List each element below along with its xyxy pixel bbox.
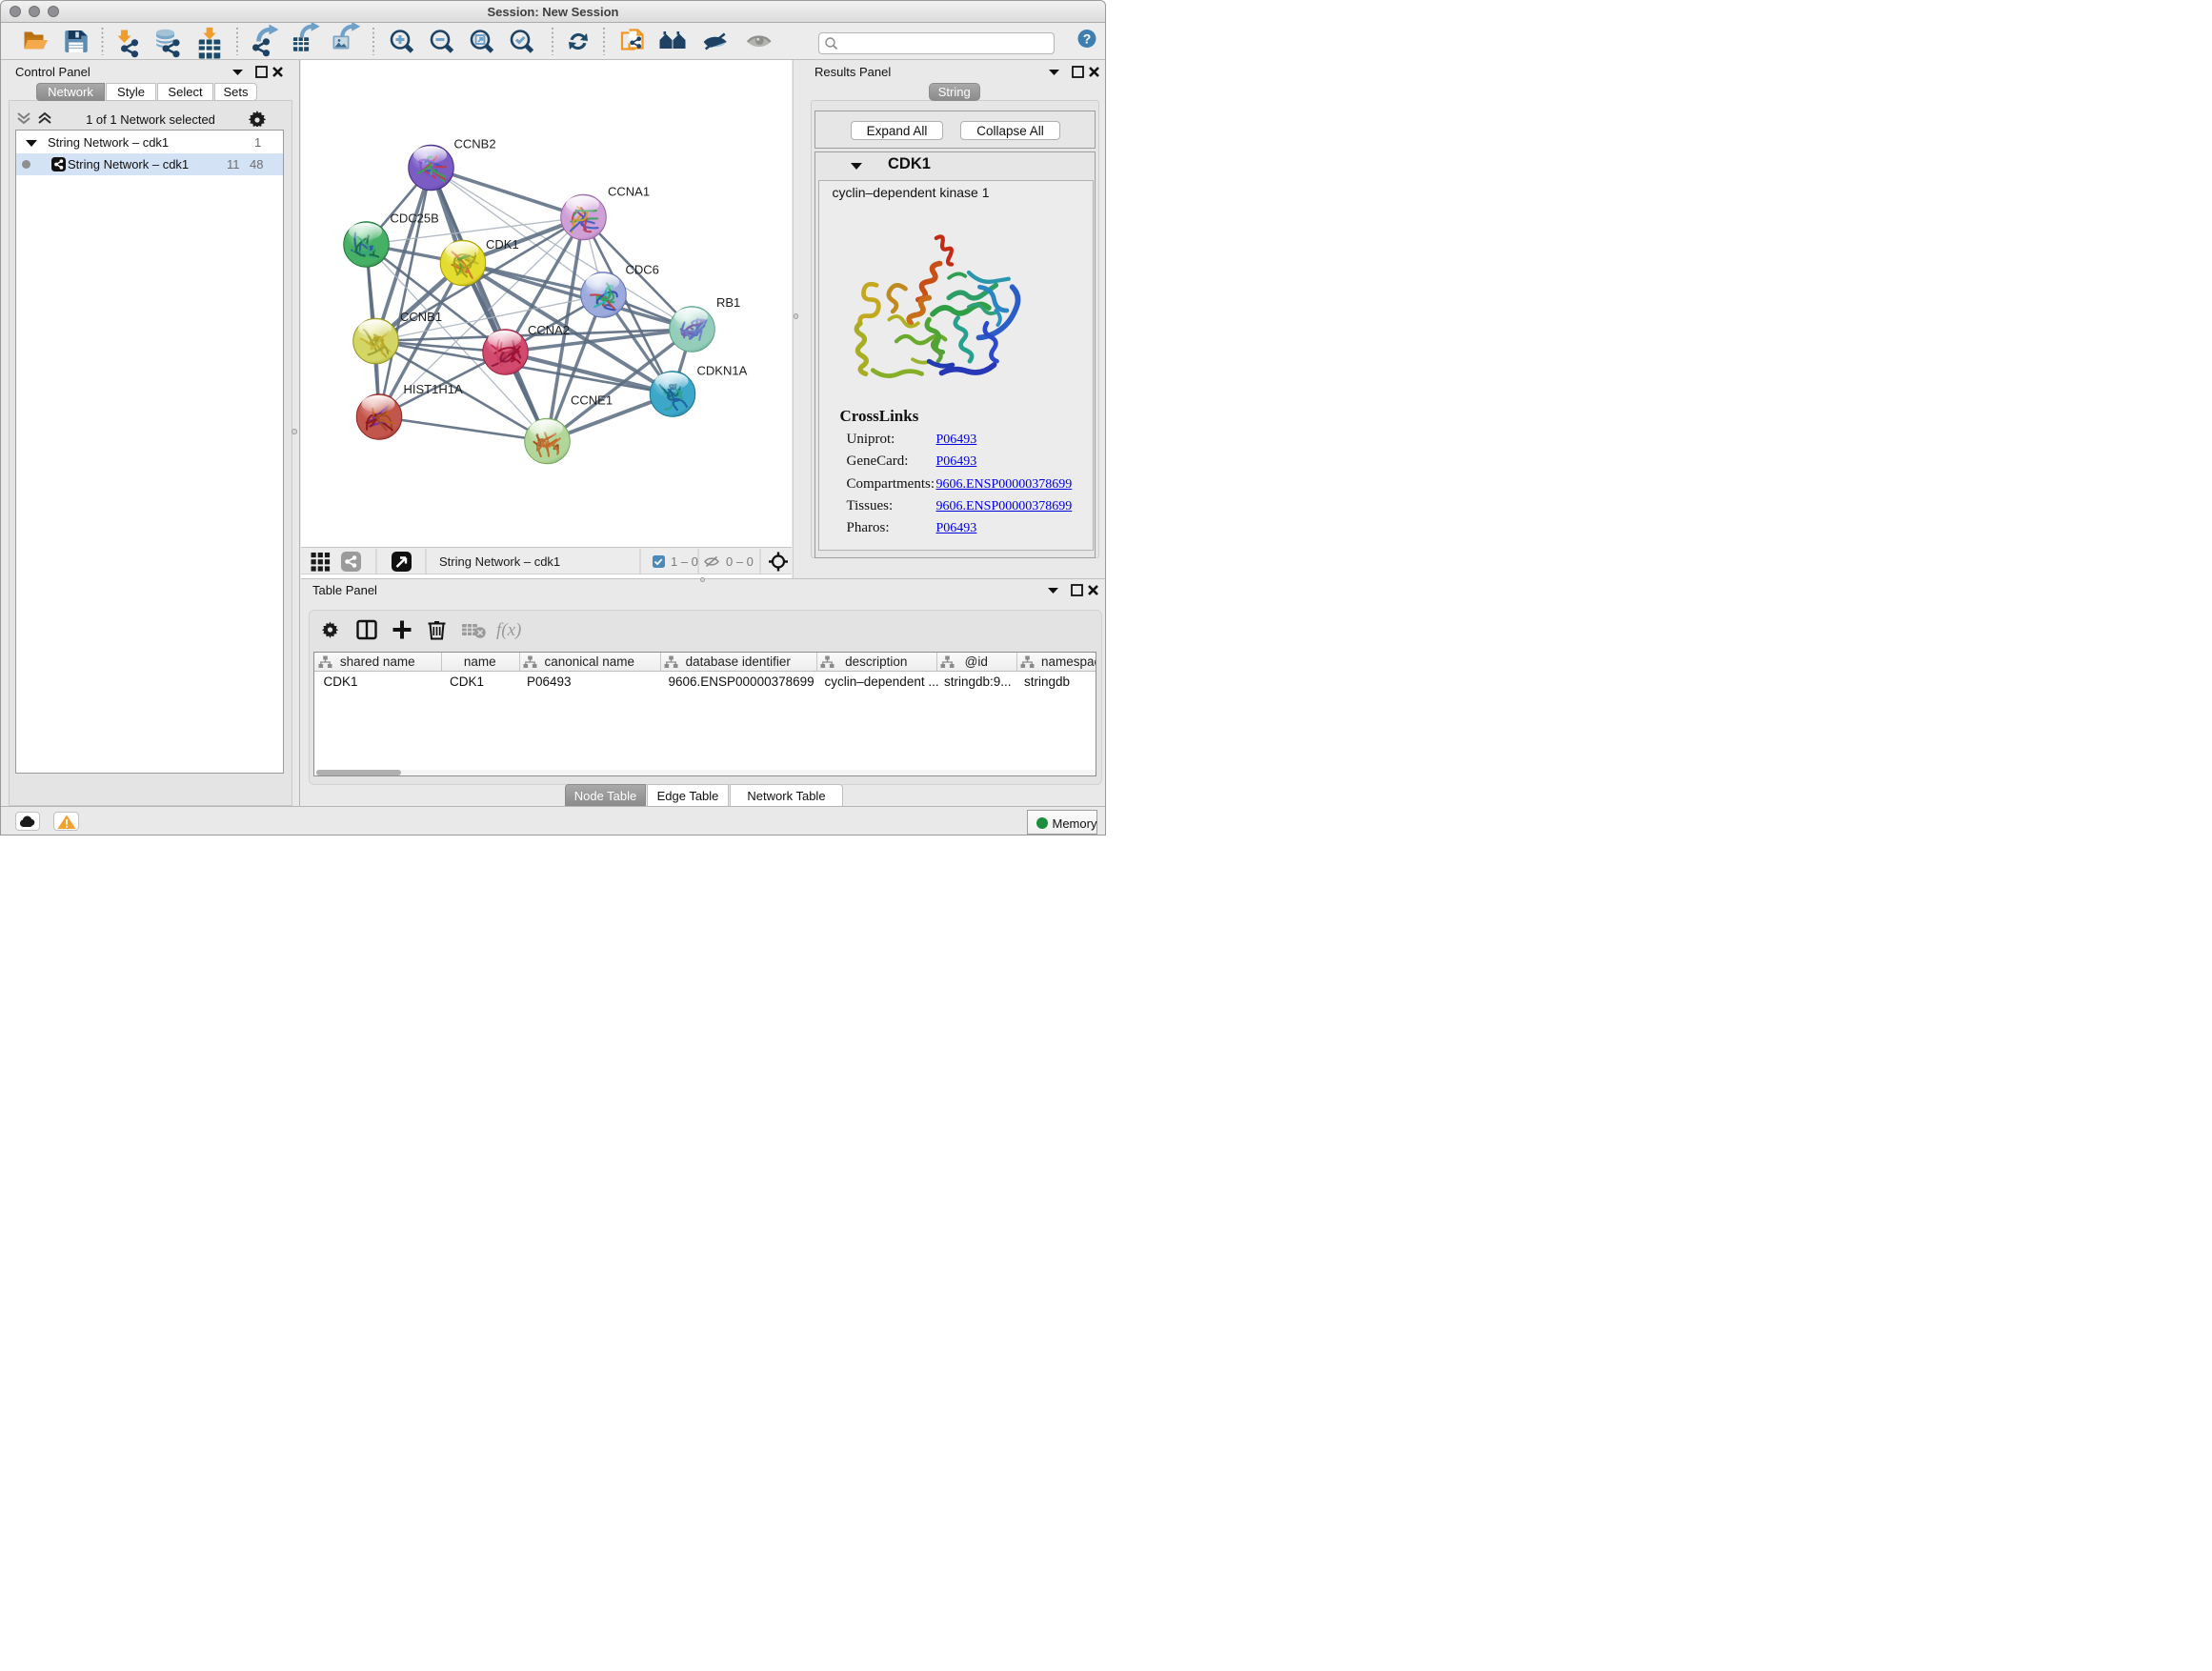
svg-text:0 – 0: 0 – 0	[726, 554, 754, 569]
svg-text:?: ?	[1083, 30, 1092, 46]
svg-text:1 – 0: 1 – 0	[671, 554, 698, 569]
svg-text:CCNE1: CCNE1	[571, 393, 613, 408]
svg-text:CCNB1: CCNB1	[400, 310, 442, 324]
svg-text:CDC6: CDC6	[626, 263, 659, 277]
svg-text:CDK1: CDK1	[486, 237, 519, 252]
svg-text:CCNA1: CCNA1	[608, 185, 650, 199]
svg-text:CCNB2: CCNB2	[454, 137, 496, 151]
svg-text:f(x): f(x)	[496, 620, 521, 640]
svg-text:String Network – cdk1: String Network – cdk1	[439, 554, 560, 569]
svg-text:RB1: RB1	[716, 295, 740, 310]
svg-text:CCNA2: CCNA2	[528, 323, 570, 337]
svg-text:HIST1H1A: HIST1H1A	[404, 382, 463, 396]
svg-text:CDC25B: CDC25B	[391, 211, 439, 226]
svg-text:CDKN1A: CDKN1A	[697, 364, 748, 378]
